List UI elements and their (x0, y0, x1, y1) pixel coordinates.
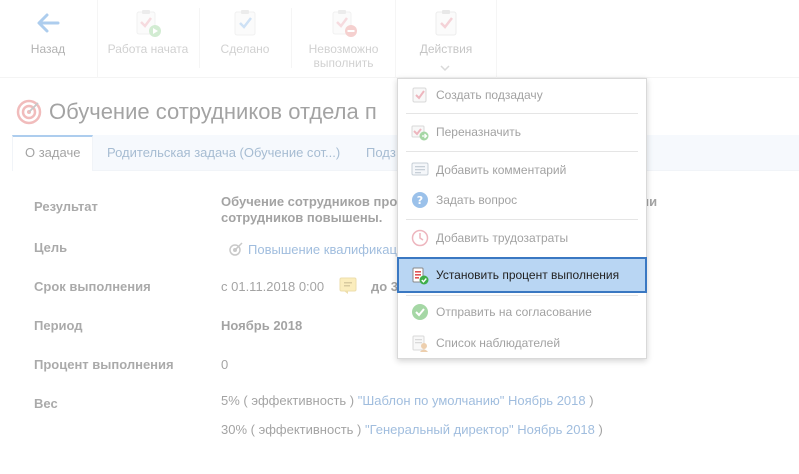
menu-item-label: Добавить трудозатраты (436, 231, 569, 245)
svg-text:?: ? (417, 194, 423, 207)
menu-item-reassign[interactable]: Переназначить (398, 117, 646, 147)
work-started-label: Работа начата (107, 42, 189, 56)
observers-icon (412, 335, 428, 352)
clipboard-play-icon (136, 10, 161, 37)
create-subtask-icon (412, 87, 427, 103)
weight-close: ) (598, 422, 603, 437)
actions-menu: Создать подзадачу Переназначить Добавить… (397, 78, 647, 359)
menu-item-set-percent[interactable]: Установить процент выполнения (397, 257, 647, 293)
menu-item-label: Задать вопрос (436, 193, 518, 207)
period-label: Период (34, 318, 83, 333)
clipboard-actions-icon (435, 10, 457, 36)
goal-value[interactable]: Повышение квалификац (221, 242, 397, 257)
goal-icon (229, 242, 243, 256)
result-value-line2: сотрудников повышены. (221, 210, 383, 225)
menu-item-add-comment[interactable]: Добавить комментарий (398, 155, 646, 185)
percent-value: 0 (221, 357, 229, 372)
percent-label: Процент выполнения (34, 357, 174, 372)
impossible-label-line2: выполнить (313, 56, 374, 70)
actions-label: Действия (419, 42, 473, 56)
deadline-to: до 3 (371, 279, 399, 294)
deadline-label: Срок выполнения (34, 279, 151, 294)
menu-item-add-labor[interactable]: Добавить трудозатраты (398, 223, 646, 253)
tab-parent-task[interactable]: Родительская задача (Обучение сот...) (95, 135, 352, 171)
menu-item-label: Отправить на согласование (436, 305, 592, 319)
approval-icon (412, 304, 428, 320)
menu-item-label: Переназначить (436, 125, 522, 139)
menu-item-label: Добавить комментарий (436, 163, 567, 177)
toolbar: Назад Работа начата Сделано Невозможно в… (0, 0, 799, 78)
menu-item-ask-question[interactable]: ? Задать вопрос (398, 185, 646, 215)
weight-percent: 30% ( эффективность ) (221, 422, 362, 437)
page-title: Обучение сотрудников отдела п (49, 99, 377, 124)
menu-item-label: Список наблюдателей (436, 336, 561, 350)
weight-percent: 5% ( эффективность ) (221, 393, 355, 408)
back-button[interactable]: Назад (0, 0, 96, 78)
weight-close: ) (589, 393, 594, 408)
weight-row: 5% ( эффективность ) "Шаблон по умолчани… (221, 393, 594, 408)
menu-item-send-approval[interactable]: Отправить на согласование (398, 297, 646, 327)
menu-item-label: Создать подзадачу (436, 88, 543, 102)
done-button[interactable]: Сделано (200, 0, 290, 78)
tab-about[interactable]: О задаче (12, 135, 94, 172)
menu-divider (406, 295, 638, 296)
clipboard-check-icon (234, 10, 256, 36)
weight-label: Вес (34, 396, 58, 411)
goal-label: Цель (34, 240, 68, 255)
menu-item-observers[interactable]: Список наблюдателей (398, 328, 646, 358)
back-label: Назад (30, 42, 66, 56)
weight-template-link[interactable]: "Генеральный директор" Ноябрь 2018 (365, 422, 595, 437)
target-icon (16, 99, 42, 125)
chevron-down-icon (440, 65, 450, 72)
menu-item-create-subtask[interactable]: Создать подзадачу (398, 80, 646, 110)
question-icon: ? (412, 192, 428, 208)
result-value: Обучение сотрудников про (221, 194, 398, 209)
menu-item-label: Установить процент выполнения (436, 268, 620, 282)
calendar-note-icon[interactable] (339, 277, 357, 295)
work-started-button[interactable]: Работа начата (98, 0, 198, 78)
toolbar-divider (496, 0, 497, 78)
period-value: Ноябрь 2018 (221, 318, 303, 333)
impossible-label: Невозможно выполнить (292, 42, 395, 70)
comment-icon (411, 162, 429, 176)
clock-icon (411, 229, 429, 247)
result-label: Результат (34, 199, 98, 214)
goal-link[interactable]: Повышение квалификац (248, 242, 397, 257)
weight-template-link[interactable]: "Шаблон по умолчанию" Ноябрь 2018 (358, 393, 586, 408)
reassign-icon (411, 125, 429, 141)
menu-divider (406, 219, 638, 220)
arrow-left-icon (37, 13, 60, 33)
percent-icon (412, 267, 429, 285)
menu-divider (406, 151, 638, 152)
deadline-from: с 01.11.2018 0:00 (221, 279, 325, 294)
impossible-button[interactable]: Невозможно выполнить (292, 0, 395, 78)
weight-row: 30% ( эффективность ) "Генеральный дирек… (221, 422, 603, 437)
menu-divider (406, 113, 638, 114)
done-label: Сделано (220, 42, 270, 56)
clipboard-minus-icon (332, 10, 357, 37)
impossible-label-line1: Невозможно (308, 42, 379, 56)
